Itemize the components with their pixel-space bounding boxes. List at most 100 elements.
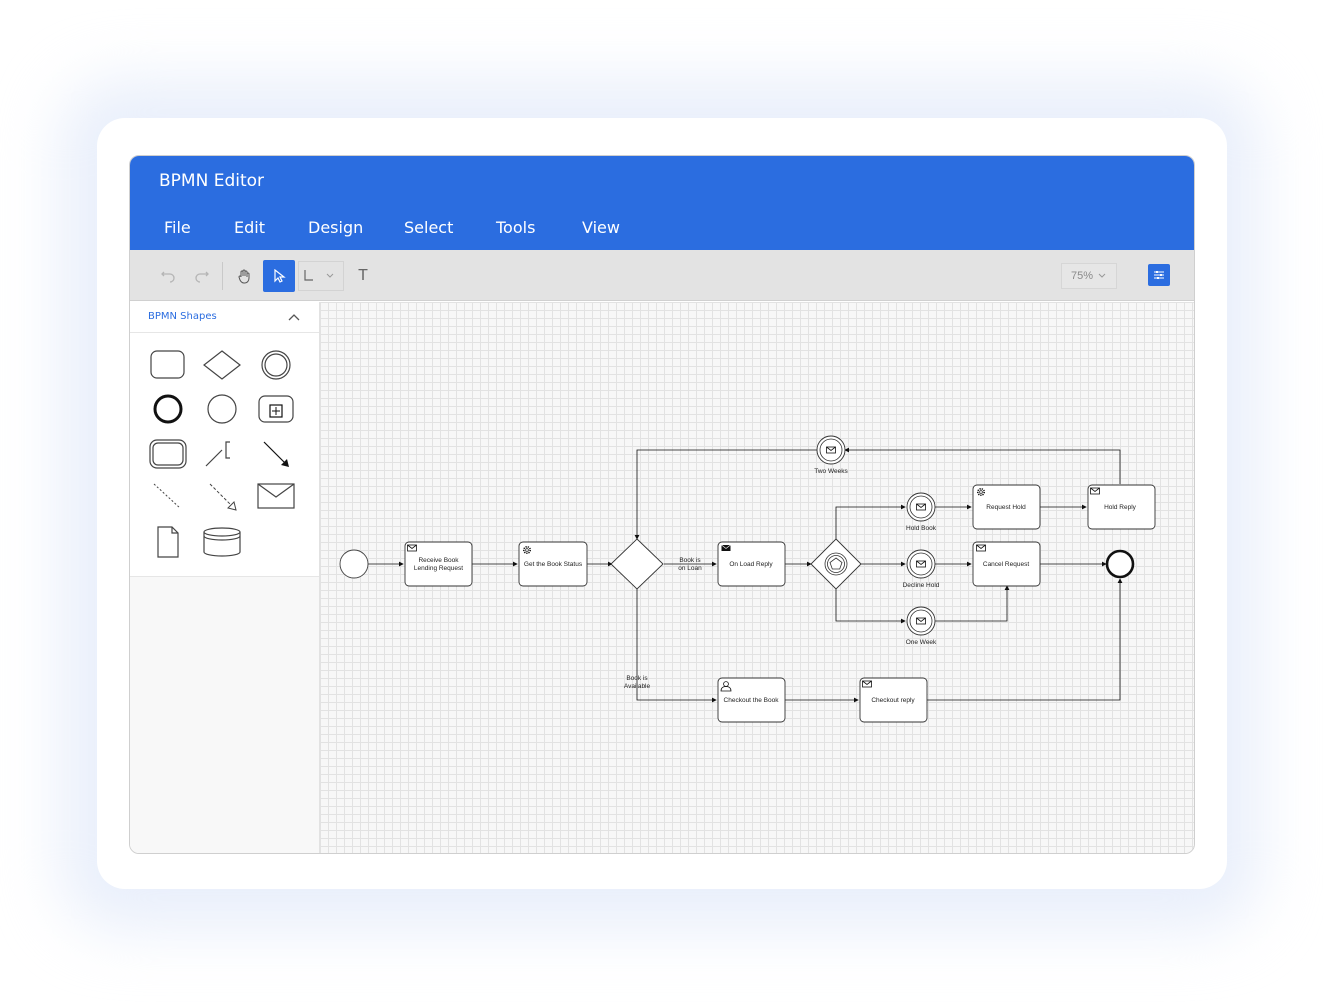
event-label: One Week	[906, 639, 937, 646]
annotation-icon	[205, 441, 230, 467]
message-icon	[976, 544, 986, 552]
dotted-association-shape[interactable]	[148, 478, 188, 514]
data-object-shape[interactable]	[148, 524, 188, 560]
flow-holdreply-twoweeks	[844, 447, 1121, 484]
toolbar-separator	[222, 262, 223, 290]
event-based-gateway[interactable]	[810, 538, 862, 590]
message-flow-shape[interactable]	[202, 478, 242, 514]
double-circle-icon	[261, 350, 291, 380]
flow-reply-end	[927, 578, 1123, 701]
shape-palette: BPMN Shapes	[130, 302, 320, 853]
connector-tool-dropdown[interactable]	[298, 261, 344, 291]
event-decline-hold[interactable]: Decline Hold	[903, 549, 940, 589]
end-event-shape[interactable]	[148, 391, 188, 427]
double-rounded-rectangle-icon	[149, 439, 187, 469]
sequence-flow-shape[interactable]	[256, 436, 296, 472]
gateway-shape[interactable]	[202, 347, 242, 383]
event-one-week[interactable]: One Week	[906, 606, 937, 646]
message-icon	[916, 617, 926, 625]
toolbar: T 75%	[130, 250, 1194, 301]
message-icon	[407, 544, 417, 552]
envelope-icon	[257, 483, 295, 509]
flow-oneweek-cancel	[935, 585, 1010, 622]
menu-design[interactable]: Design	[308, 218, 363, 237]
pan-tool-button[interactable]	[228, 260, 260, 292]
menu-file[interactable]: File	[164, 218, 191, 237]
task-request-hold[interactable]: Request Hold	[972, 484, 1041, 530]
redo-icon	[195, 271, 209, 283]
menu-edit[interactable]: Edit	[234, 218, 265, 237]
app-header: BPMN Editor File Edit Design Select Tool…	[130, 156, 1194, 250]
chevron-down-icon	[1098, 273, 1106, 278]
thick-circle-icon	[153, 394, 183, 424]
chevron-up-icon[interactable]	[287, 311, 301, 323]
palette-title: BPMN Shapes	[148, 311, 217, 322]
task-hold-reply[interactable]: Hold Reply	[1087, 484, 1156, 530]
text-tool-button[interactable]: T	[347, 260, 379, 292]
association-shape[interactable]	[202, 436, 242, 472]
subprocess-shape[interactable]	[256, 391, 296, 427]
palette-header[interactable]: BPMN Shapes	[130, 302, 319, 333]
event-two-weeks[interactable]: Two Weeks	[814, 435, 848, 475]
flow-eg-holdbook	[835, 504, 906, 539]
task-on-load-reply[interactable]: On Load Reply	[717, 541, 786, 587]
bpmn-diagram: Receive Book Lending Request Get the Boo…	[339, 435, 1156, 723]
event-hold-book[interactable]: Hold Book	[906, 492, 937, 532]
intermediate-event-shape[interactable]	[256, 347, 296, 383]
event-label: Two Weeks	[814, 468, 848, 475]
undo-button[interactable]	[152, 260, 184, 292]
task-label: Checkout reply	[871, 697, 915, 704]
flow-twoweeks-gateway	[634, 449, 817, 540]
menu-tools[interactable]: Tools	[496, 218, 535, 237]
start-event-shape[interactable]	[202, 391, 242, 427]
sliders-icon	[1154, 271, 1164, 279]
start-event[interactable]	[339, 549, 369, 579]
message-icon	[826, 446, 836, 454]
message-icon	[862, 680, 872, 688]
properties-panel-button[interactable]	[1148, 264, 1170, 286]
document-icon	[157, 526, 179, 558]
dotted-line-icon	[153, 483, 181, 509]
subprocess-icon	[258, 395, 294, 423]
transaction-shape[interactable]	[148, 436, 188, 472]
dashed-arrow-icon	[209, 483, 237, 511]
task-checkout-book[interactable]: Checkout the Book	[717, 677, 786, 723]
event-label: Decline Hold	[903, 582, 940, 589]
flow-eg-oneweek	[835, 589, 906, 624]
task-label: Checkout the Book	[724, 697, 780, 704]
diagram-canvas[interactable]: Receive Book Lending Request Get the Boo…	[320, 302, 1194, 853]
task-label: Receive Book	[418, 557, 459, 564]
task-receive-request[interactable]: Receive Book Lending Request	[404, 541, 473, 587]
redo-button[interactable]	[186, 260, 218, 292]
zoom-dropdown[interactable]: 75%	[1061, 263, 1117, 289]
message-shape[interactable]	[256, 478, 296, 514]
bpmn-editor-window: BPMN Editor File Edit Design Select Tool…	[129, 155, 1195, 854]
message-icon	[916, 503, 926, 511]
event-label: Hold Book	[906, 525, 937, 532]
arrow-icon	[263, 441, 289, 467]
task-shape[interactable]	[148, 347, 188, 383]
app-title: BPMN Editor	[159, 171, 265, 191]
task-get-book-status[interactable]: Get the Book Status	[518, 541, 588, 587]
task-checkout-reply[interactable]: Checkout reply	[859, 677, 928, 723]
task-label: Lending Request	[414, 565, 463, 572]
flow-label-available: Book is	[626, 675, 648, 682]
menu-select[interactable]: Select	[404, 218, 453, 237]
rounded-rectangle-icon	[150, 350, 185, 379]
message-icon	[1090, 487, 1100, 495]
flow-label-on-loan: on Loan	[678, 565, 702, 572]
exclusive-gateway[interactable]	[610, 538, 664, 590]
task-label: Request Hold	[986, 504, 1026, 511]
task-label: On Load Reply	[729, 561, 773, 568]
data-store-shape[interactable]	[202, 524, 242, 560]
hand-icon	[238, 269, 250, 284]
task-label: Cancel Request	[983, 561, 1029, 568]
flow-label-on-loan: Book is	[679, 557, 701, 564]
menu-view[interactable]: View	[582, 218, 620, 237]
message-icon	[916, 560, 926, 568]
select-tool-button[interactable]	[263, 260, 295, 292]
task-cancel-request[interactable]: Cancel Request	[972, 541, 1041, 587]
database-icon	[203, 527, 241, 557]
circle-icon	[207, 394, 237, 424]
end-event[interactable]	[1105, 549, 1135, 579]
